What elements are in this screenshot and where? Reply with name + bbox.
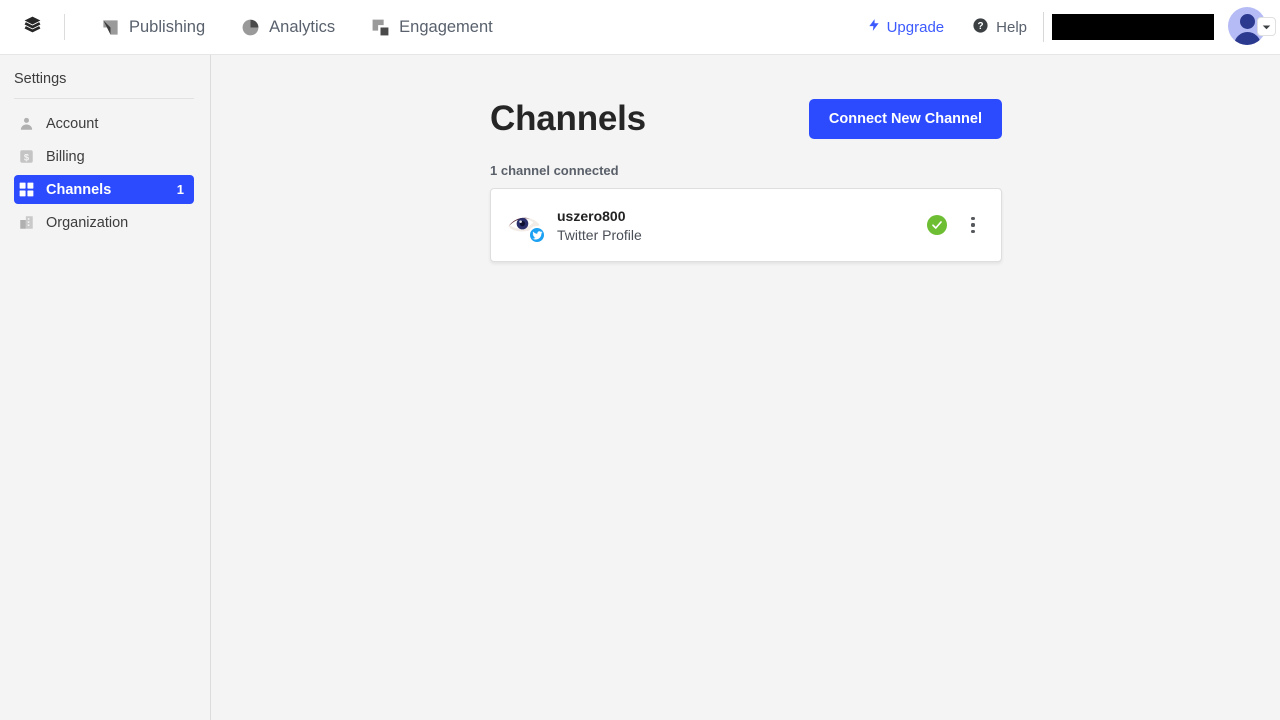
person-icon — [18, 116, 34, 132]
svg-text:$: $ — [23, 152, 29, 162]
help-link[interactable]: ? Help — [972, 17, 1027, 38]
logo-divider — [64, 14, 65, 40]
redacted-account-field — [1052, 14, 1214, 40]
dollar-card-icon: $ — [18, 149, 34, 165]
kebab-menu-icon[interactable] — [963, 214, 983, 236]
pie-chart-icon — [241, 18, 260, 37]
avatar[interactable] — [1228, 7, 1276, 47]
sidebar-item-billing[interactable]: $ Billing — [14, 142, 194, 171]
channel-info: uszero800 Twitter Profile — [557, 208, 642, 243]
top-navigation-bar: Publishing Analytics Engagement Upgrade … — [0, 0, 1280, 55]
channels-header: Channels Connect New Channel — [490, 99, 1002, 139]
channel-count-label: 1 channel connected — [490, 163, 619, 178]
sidebar-divider — [14, 98, 194, 99]
sidebar-label-account: Account — [46, 115, 99, 132]
sidebar-label-channels: Channels — [46, 181, 112, 198]
question-circle-icon: ? — [972, 17, 989, 38]
chevron-down-icon[interactable] — [1257, 17, 1276, 36]
svg-text:?: ? — [978, 21, 984, 32]
lightning-bolt-icon — [867, 17, 881, 37]
nav-item-engagement[interactable]: Engagement — [353, 0, 511, 55]
app-logo[interactable] — [0, 0, 64, 55]
page-title: Channels — [490, 99, 646, 138]
sidebar-label-organization: Organization — [46, 214, 129, 231]
sidebar-title: Settings — [14, 71, 67, 87]
main-content: Channels Connect New Channel 1 channel c… — [212, 55, 1280, 720]
nav-label-analytics: Analytics — [269, 17, 336, 36]
avatar-body — [1233, 32, 1261, 45]
layers-stack-icon — [23, 15, 42, 39]
channel-name: uszero800 — [557, 207, 626, 224]
avatar-head — [1239, 14, 1255, 29]
top-bar-right-section: Upgrade ? Help — [867, 0, 1280, 55]
channel-list-item[interactable]: uszero800 Twitter Profile — [490, 188, 1002, 262]
channel-avatar — [507, 207, 546, 244]
green-check-icon[interactable] — [927, 215, 947, 235]
sidebar-item-channels[interactable]: Channels 1 — [14, 175, 194, 204]
header-divider — [1043, 12, 1044, 42]
channel-actions — [927, 214, 983, 236]
settings-sidebar: Settings Account $ Billing Channels 1 Or… — [0, 55, 211, 720]
upgrade-link[interactable]: Upgrade — [867, 17, 945, 37]
paper-plane-icon — [101, 18, 120, 37]
sidebar-badge-channels: 1 — [176, 182, 184, 197]
twitter-bird-icon — [528, 226, 546, 244]
sidebar-item-account[interactable]: Account — [14, 109, 194, 138]
building-icon — [18, 215, 34, 231]
nav-label-publishing: Publishing — [129, 17, 206, 36]
overlapping-squares-icon — [371, 18, 390, 37]
sidebar-item-organization[interactable]: Organization — [14, 208, 194, 237]
grid-squares-icon — [18, 182, 34, 198]
connect-new-channel-button[interactable]: Connect New Channel — [808, 99, 1002, 139]
help-label: Help — [996, 18, 1027, 36]
channel-type: Twitter Profile — [557, 226, 642, 243]
sidebar-label-billing: Billing — [46, 148, 85, 165]
nav-item-publishing[interactable]: Publishing — [83, 0, 223, 55]
channels-panel: Channels Connect New Channel 1 channel c… — [490, 55, 1002, 262]
upgrade-label: Upgrade — [886, 18, 945, 36]
nav-item-analytics[interactable]: Analytics — [223, 0, 353, 55]
primary-nav: Publishing Analytics Engagement — [83, 0, 511, 55]
nav-label-engagement: Engagement — [399, 17, 493, 36]
